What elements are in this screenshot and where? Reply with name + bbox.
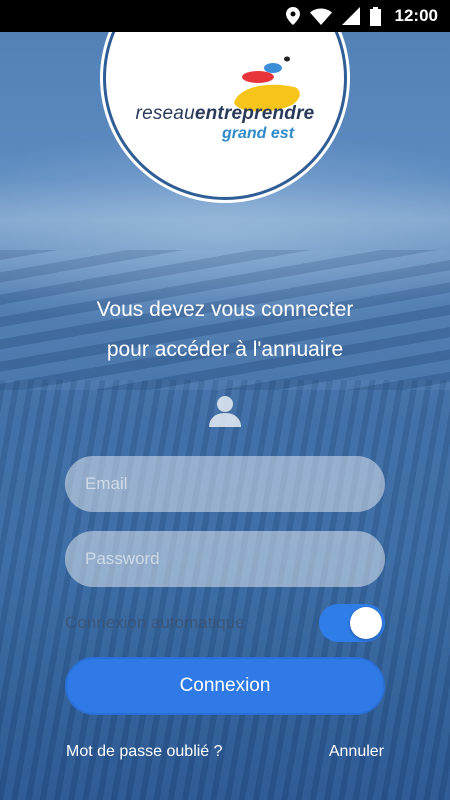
wifi-icon (309, 8, 332, 25)
login-message-line-2: pour accéder à l'annuaire (106, 338, 344, 361)
password-field[interactable] (65, 531, 385, 587)
toggle-knob (350, 607, 382, 639)
auto-login-label: Connexion automatique (65, 613, 245, 632)
auto-login-toggle[interactable] (319, 604, 385, 642)
location-icon (285, 7, 300, 25)
user-icon (209, 396, 241, 427)
login-message: Vous devez vous connecter pour accéder à… (0, 290, 450, 370)
email-field[interactable] (65, 456, 385, 512)
cancel-link[interactable]: Annuler (329, 743, 384, 761)
login-message-line-1: Vous devez vous connecter (96, 298, 354, 321)
battery-icon (369, 6, 381, 26)
signal-icon (341, 7, 360, 25)
status-bar: 12:00 (0, 0, 450, 32)
logo-region: grand est (222, 125, 295, 142)
status-time: 12:00 (394, 6, 438, 25)
forgot-password-link[interactable]: Mot de passe oublié ? (66, 743, 223, 761)
logo-wordmark: reseauentreprendre (135, 103, 315, 124)
login-button[interactable]: Connexion (65, 657, 385, 715)
